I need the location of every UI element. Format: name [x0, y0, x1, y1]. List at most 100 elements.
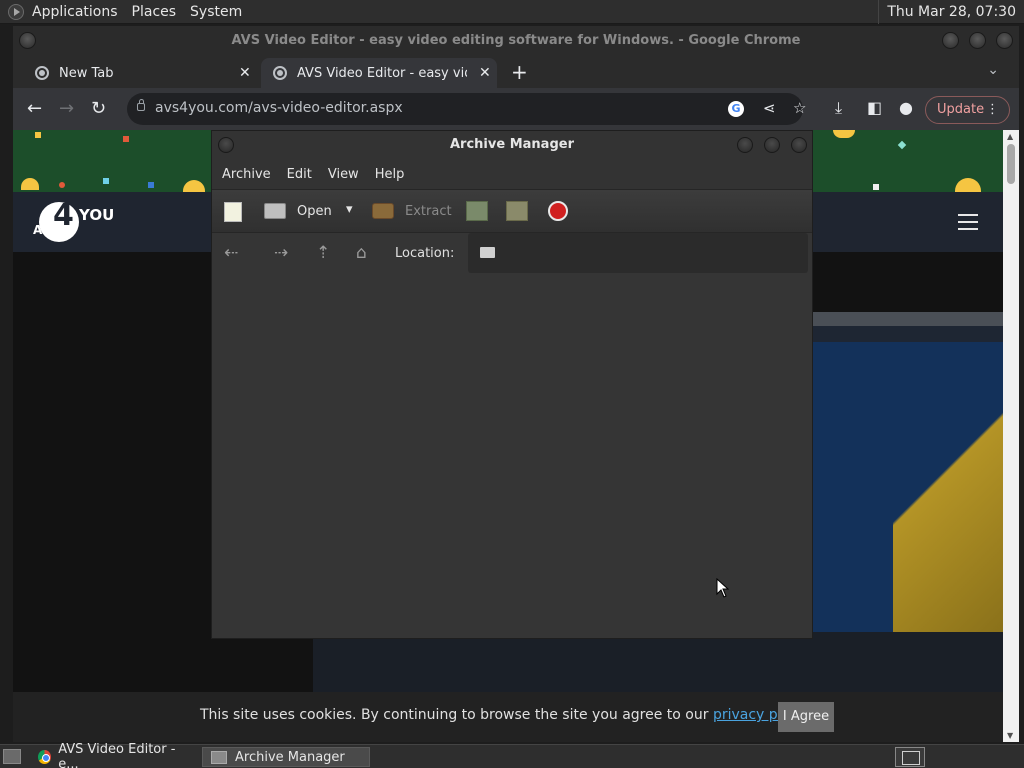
chrome-favicon-icon — [35, 66, 49, 80]
confetti — [183, 180, 205, 192]
top-panel: Applications Places System Thu Mar 28, 0… — [0, 0, 1024, 24]
taskbar-label: AVS Video Editor - e... — [58, 742, 176, 768]
menu-view[interactable]: View — [328, 167, 359, 182]
confetti — [833, 130, 855, 138]
cookie-message: This site uses cookies. By continuing to… — [200, 707, 812, 723]
location-field[interactable] — [468, 233, 808, 273]
lock-icon[interactable] — [137, 99, 145, 111]
cookie-banner: This site uses cookies. By continuing to… — [13, 692, 1003, 742]
back-arrow-icon[interactable]: ← — [27, 98, 42, 119]
distro-logo-icon[interactable] — [8, 3, 24, 20]
cookie-text: This site uses cookies. By continuing to… — [200, 707, 713, 723]
share-icon[interactable]: ⋖ — [763, 99, 776, 117]
screenshot-strip — [813, 312, 1003, 326]
bookmark-star-icon[interactable]: ☆ — [793, 99, 806, 117]
chrome-titlebar[interactable]: AVS Video Editor - easy video editing so… — [13, 26, 1019, 56]
globe-favicon-icon — [273, 66, 287, 80]
scroll-down-arrow-icon[interactable]: ▼ — [1007, 731, 1013, 740]
extract-label[interactable]: Extract — [405, 204, 452, 219]
confetti — [59, 182, 65, 188]
open-dropdown-arrow-icon[interactable]: ▾ — [346, 202, 353, 217]
reload-icon[interactable]: ↻ — [91, 98, 106, 119]
update-button[interactable]: Update ⋮ — [925, 96, 1010, 124]
taskbar-label: Archive Manager — [235, 749, 345, 765]
address-bar[interactable]: avs4you.com/avs-video-editor.aspx G ⋖ ☆ — [127, 93, 806, 125]
tab-avs-video-editor[interactable]: AVS Video Editor - easy video ✕ — [261, 58, 497, 88]
add-folder-icon[interactable] — [506, 201, 528, 221]
add-files-icon[interactable] — [466, 201, 488, 221]
big-letter-graphic — [893, 342, 1003, 632]
stop-icon[interactable] — [548, 201, 568, 221]
i-agree-button[interactable]: I Agree — [778, 702, 834, 732]
open-label[interactable]: Open — [297, 204, 332, 219]
open-archive-icon[interactable] — [264, 203, 286, 219]
confetti — [103, 178, 109, 184]
profile-icon[interactable]: ● — [899, 98, 913, 117]
hamburger-menu-icon[interactable] — [958, 214, 978, 230]
window-menu-button[interactable] — [218, 137, 234, 153]
tab-label: New Tab — [59, 65, 114, 81]
new-tab-button[interactable]: + — [511, 60, 528, 84]
side-panel-icon[interactable]: ◧ — [867, 98, 882, 117]
kebab-menu-icon[interactable]: ⋮ — [986, 97, 999, 123]
scrollbar-thumb[interactable] — [1007, 144, 1015, 184]
menu-edit[interactable]: Edit — [287, 167, 312, 182]
location-bar: ⇠ ⇢ ⇡ ⌂ Location: — [212, 233, 812, 275]
maximize-button[interactable] — [969, 32, 986, 49]
confetti — [21, 178, 39, 190]
menu-archive[interactable]: Archive — [222, 167, 271, 182]
tab-new-tab[interactable]: New Tab ✕ — [23, 58, 259, 88]
download-icon[interactable]: ⤓ — [835, 98, 842, 118]
url-text[interactable]: avs4you.com/avs-video-editor.aspx — [155, 100, 403, 116]
confetti — [123, 136, 129, 142]
chrome-toolbar: ← → ↻ avs4you.com/avs-video-editor.aspx … — [13, 88, 1019, 130]
forward-arrow-icon[interactable]: → — [59, 98, 74, 119]
extract-icon[interactable] — [372, 203, 394, 219]
up-icon[interactable]: ⇡ — [316, 243, 330, 263]
update-label: Update — [937, 102, 985, 117]
forward-icon[interactable]: ⇢ — [274, 243, 288, 263]
panel-clock[interactable]: Thu Mar 28, 07:30 — [878, 0, 1024, 24]
bottom-taskbar: AVS Video Editor - e... Archive Manager — [0, 742, 1024, 768]
confetti — [35, 132, 41, 138]
chrome-icon — [38, 750, 52, 764]
scroll-up-arrow-icon[interactable]: ▲ — [1007, 132, 1013, 141]
menu-applications[interactable]: Applications — [32, 4, 118, 20]
window-menu-button[interactable] — [19, 32, 36, 49]
archive-manager-icon — [211, 750, 227, 764]
archive-title: Archive Manager — [450, 137, 574, 152]
logo-avs: AVS — [33, 223, 60, 237]
close-button[interactable] — [996, 32, 1013, 49]
tab-close-icon[interactable]: ✕ — [479, 65, 491, 81]
tab-search-chevron-icon[interactable]: ⌄ — [987, 62, 999, 78]
archive-toolbar: Open ▾ Extract — [212, 189, 812, 233]
confetti — [873, 184, 879, 190]
menu-help[interactable]: Help — [375, 167, 405, 182]
home-icon[interactable]: ⌂ — [356, 243, 367, 263]
tab-close-icon[interactable]: ✕ — [239, 65, 251, 81]
back-icon[interactable]: ⇠ — [224, 243, 238, 263]
timeline-graphic — [313, 632, 1003, 692]
menu-system[interactable]: System — [190, 4, 242, 20]
close-button[interactable] — [791, 137, 807, 153]
confetti — [897, 140, 907, 150]
folder-icon — [480, 247, 495, 258]
page-scrollbar[interactable]: ▲ ▼ — [1003, 130, 1019, 742]
maximize-button[interactable] — [764, 137, 780, 153]
confetti — [148, 182, 154, 188]
archive-manager-window: Archive Manager Archive Edit View Help O… — [211, 130, 813, 639]
archive-titlebar[interactable]: Archive Manager — [212, 131, 812, 159]
logo-you: YOU — [79, 206, 115, 224]
minimize-button[interactable] — [737, 137, 753, 153]
workspace-switcher[interactable] — [895, 747, 925, 767]
menu-places[interactable]: Places — [132, 4, 177, 20]
archive-menubar: Archive Edit View Help — [212, 159, 812, 189]
new-archive-icon[interactable] — [224, 202, 242, 222]
google-lens-icon[interactable]: G — [728, 101, 744, 117]
location-label: Location: — [395, 246, 455, 261]
show-desktop-icon[interactable] — [3, 749, 21, 764]
taskbar-item-archive-manager[interactable]: Archive Manager — [202, 747, 370, 767]
avs4you-logo[interactable]: 4 YOU AVS — [33, 198, 115, 244]
minimize-button[interactable] — [942, 32, 959, 49]
taskbar-item-chrome[interactable]: AVS Video Editor - e... — [30, 742, 200, 768]
